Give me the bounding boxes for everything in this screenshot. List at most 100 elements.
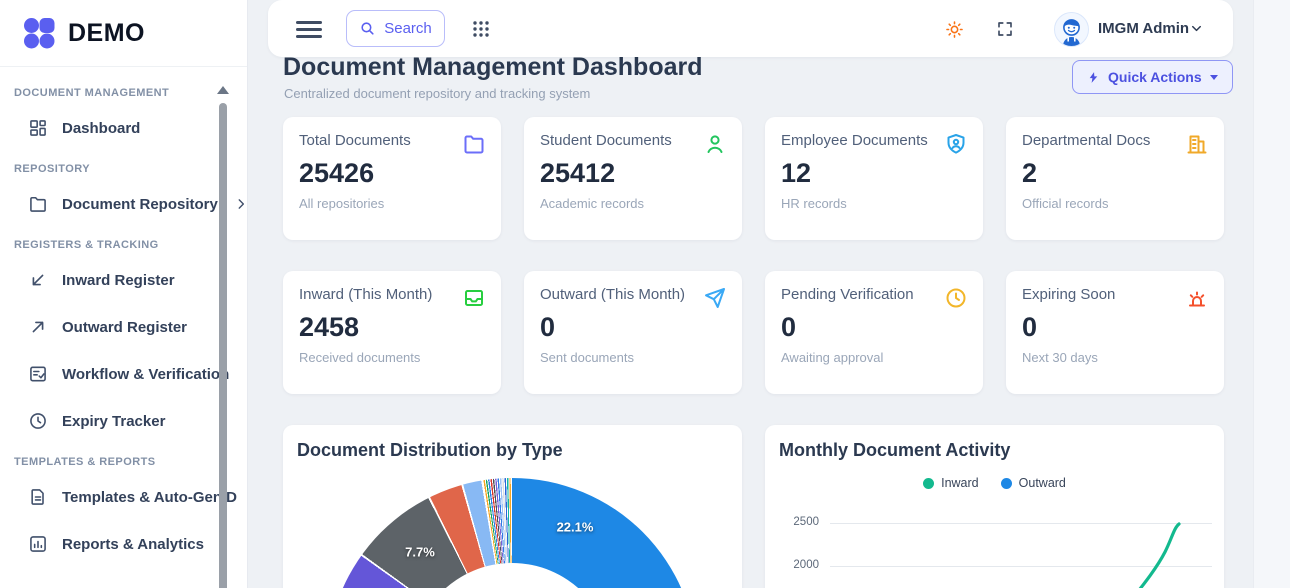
quick-actions-label: Quick Actions: [1108, 69, 1202, 85]
quick-actions-button[interactable]: Quick Actions: [1072, 60, 1233, 94]
page-subtitle: Centralized document repository and trac…: [284, 86, 590, 101]
nav-section-repository: REPOSITORY: [14, 163, 237, 175]
page-title: Document Management Dashboard: [283, 53, 703, 82]
chevron-down-icon[interactable]: [1189, 21, 1204, 36]
sidebar-item-label: Reports & Analytics: [62, 536, 204, 553]
sidebar-nav: DOCUMENT MANAGEMENT Dashboard REPOSITORY: [0, 67, 247, 556]
stat-card-expiring-soon: Expiring Soon 0 Next 30 days: [1006, 271, 1224, 394]
sidebar: DEMO DOCUMENT MANAGEMENT Dashboard REPOS…: [0, 0, 248, 588]
sidebar-item-document-repository[interactable]: Document Repository: [14, 192, 237, 216]
window-scroll-gutter: [1253, 0, 1290, 588]
stat-value: 0: [1022, 312, 1208, 343]
brand-logo-icon: [22, 16, 56, 50]
stat-value: 2: [1022, 158, 1208, 189]
sidebar-item-label: Inward Register: [62, 272, 175, 289]
sidebar-scrollbar-thumb[interactable]: [219, 103, 227, 588]
stat-card-departmental-docs: Departmental Docs 2 Official records: [1006, 117, 1224, 240]
sidebar-item-reports-analytics[interactable]: Reports & Analytics: [14, 532, 237, 556]
stat-label: Departmental Docs: [1022, 132, 1208, 149]
stat-value: 0: [781, 312, 967, 343]
building-icon: [1185, 132, 1209, 156]
chevron-right-icon: [234, 197, 248, 211]
alarm-icon: [1185, 286, 1209, 310]
stat-value: 2458: [299, 312, 485, 343]
folder-icon: [462, 132, 486, 156]
brand-logo[interactable]: DEMO: [0, 0, 247, 67]
send-icon: [703, 286, 727, 310]
stat-card-total-documents: Total Documents 25426 All repositories: [283, 117, 501, 240]
stat-card-inward-month: Inward (This Month) 2458 Received docume…: [283, 271, 501, 394]
topbar: Search: [268, 0, 1233, 57]
sidebar-item-outward-register[interactable]: Outward Register: [14, 315, 237, 339]
clock-icon: [28, 411, 48, 431]
brand-name: DEMO: [68, 19, 145, 48]
clock-icon: [944, 286, 968, 310]
user-icon: [703, 132, 727, 156]
donut-percent-label: 22.1%: [557, 520, 594, 535]
stat-sub: Awaiting approval: [781, 350, 967, 365]
sidebar-item-label: Document Repository: [62, 196, 218, 213]
stat-sub: Academic records: [540, 196, 726, 211]
stat-card-pending-verification: Pending Verification 0 Awaiting approval: [765, 271, 983, 394]
theme-sun-icon[interactable]: [945, 20, 964, 39]
stat-value: 12: [781, 158, 967, 189]
sidebar-item-inward-register[interactable]: Inward Register: [14, 268, 237, 292]
chart-card-monthly-activity: Monthly Document Activity Inward Outward…: [765, 425, 1224, 588]
user-menu[interactable]: IMGM Admin: [1098, 0, 1189, 57]
stat-sub: Official records: [1022, 196, 1208, 211]
stat-label: Outward (This Month): [540, 286, 726, 303]
shield-user-icon: [944, 132, 968, 156]
nav-section-templates-reports: TEMPLATES & REPORTS: [14, 456, 237, 468]
stat-label: Expiring Soon: [1022, 286, 1208, 303]
stat-label: Employee Documents: [781, 132, 967, 149]
search-icon: [359, 20, 376, 37]
search-label: Search: [384, 20, 432, 37]
arrow-up-right-icon: [28, 317, 48, 337]
stat-sub: All repositories: [299, 196, 485, 211]
chart-card-distribution: Document Distribution by Type 22.1% 7.7%: [283, 425, 742, 588]
donut-percent-label: 7.7%: [405, 545, 435, 560]
dashboard-icon: [28, 118, 48, 138]
apps-grid-icon[interactable]: [472, 20, 490, 38]
stat-value: 25412: [540, 158, 726, 189]
line-series-inward: [765, 425, 1224, 588]
user-avatar[interactable]: [1054, 12, 1089, 47]
document-icon: [28, 487, 48, 507]
bolt-icon: [1087, 71, 1100, 84]
stat-sub: Sent documents: [540, 350, 726, 365]
sidebar-item-expiry-tracker[interactable]: Expiry Tracker: [14, 409, 237, 433]
hamburger-menu-icon[interactable]: [296, 21, 322, 42]
stats-row-2: Inward (This Month) 2458 Received docume…: [283, 271, 1224, 394]
stat-label: Inward (This Month): [299, 286, 485, 303]
stat-card-employee-documents: Employee Documents 12 HR records: [765, 117, 983, 240]
fullscreen-icon[interactable]: [996, 20, 1014, 38]
sidebar-item-label: Workflow & Verification: [62, 366, 229, 383]
checklist-icon: [28, 364, 48, 384]
sidebar-item-dashboard[interactable]: Dashboard: [14, 116, 237, 140]
sidebar-item-workflow-verification[interactable]: Workflow & Verification: [14, 362, 237, 386]
sidebar-item-templates[interactable]: Templates & Auto-Gen D: [14, 485, 237, 509]
stat-sub: Received documents: [299, 350, 485, 365]
app-window: DEMO DOCUMENT MANAGEMENT Dashboard REPOS…: [0, 0, 1290, 588]
stat-label: Total Documents: [299, 132, 485, 149]
sidebar-item-label: Outward Register: [62, 319, 187, 336]
sidebar-item-label: Templates & Auto-Gen D: [62, 489, 237, 506]
sidebar-item-label: Expiry Tracker: [62, 413, 165, 430]
stat-card-student-documents: Student Documents 25412 Academic records: [524, 117, 742, 240]
inbox-icon: [462, 286, 486, 310]
sidebar-item-label: Dashboard: [62, 120, 140, 137]
search-button[interactable]: Search: [346, 10, 445, 47]
stat-card-outward-month: Outward (This Month) 0 Sent documents: [524, 271, 742, 394]
stat-sub: Next 30 days: [1022, 350, 1208, 365]
doughnut-chart: 22.1% 7.7%: [327, 478, 697, 588]
stat-label: Pending Verification: [781, 286, 967, 303]
stats-row-1: Total Documents 25426 All repositories S…: [283, 117, 1224, 240]
nav-section-registers-tracking: REGISTERS & TRACKING: [14, 239, 237, 251]
nav-section-document-management: DOCUMENT MANAGEMENT: [14, 87, 237, 99]
stat-value: 0: [540, 312, 726, 343]
caret-down-icon: [1210, 75, 1218, 80]
stat-sub: HR records: [781, 196, 967, 211]
sidebar-scrollbar-up-arrow[interactable]: [217, 86, 229, 94]
chart-title: Document Distribution by Type: [297, 440, 563, 461]
arrow-down-left-icon: [28, 270, 48, 290]
